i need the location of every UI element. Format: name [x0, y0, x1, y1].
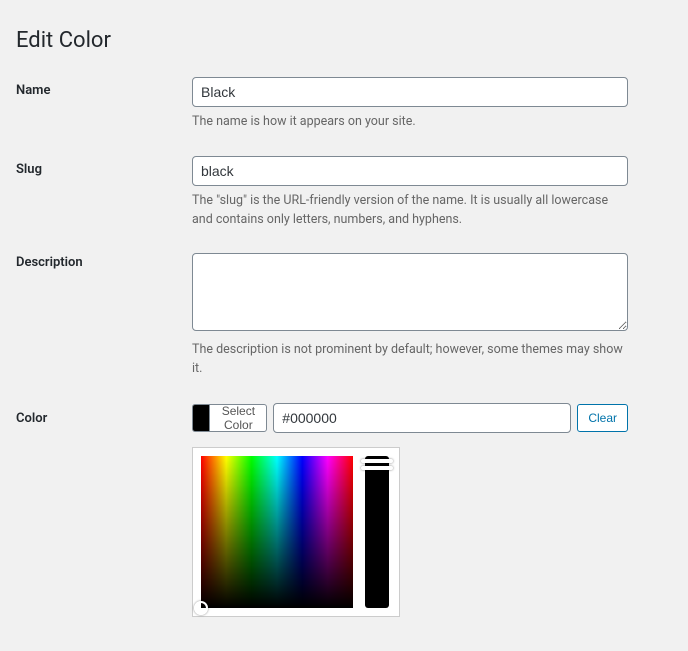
- color-label: Color: [16, 403, 192, 426]
- slug-row: Slug The "slug" is the URL-friendly vers…: [16, 156, 672, 230]
- slug-input[interactable]: [192, 156, 628, 186]
- slider-thumb[interactable]: [361, 466, 393, 470]
- description-row: Description The description is not promi…: [16, 253, 672, 379]
- description-textarea[interactable]: [192, 253, 628, 331]
- name-input[interactable]: [192, 77, 628, 107]
- slug-description: The "slug" is the URL-friendly version o…: [192, 192, 628, 230]
- color-sv-cursor[interactable]: [194, 601, 208, 615]
- color-picker-panel: [192, 447, 400, 617]
- select-color-label: Select Color: [210, 404, 266, 432]
- page-title: Edit Color: [16, 28, 672, 53]
- slug-label: Slug: [16, 156, 192, 177]
- clear-color-button[interactable]: Clear: [577, 404, 628, 432]
- color-value-slider[interactable]: [365, 456, 389, 608]
- color-swatch: [193, 404, 210, 432]
- description-label: Description: [16, 253, 192, 270]
- name-row: Name The name is how it appears on your …: [16, 77, 672, 132]
- name-description: The name is how it appears on your site.: [192, 113, 628, 132]
- color-saturation-area[interactable]: [201, 456, 353, 608]
- select-color-button[interactable]: Select Color: [192, 404, 267, 432]
- description-description: The description is not prominent by defa…: [192, 341, 628, 379]
- slider-thumb[interactable]: [361, 459, 393, 463]
- color-hex-input[interactable]: [273, 403, 571, 433]
- name-label: Name: [16, 77, 192, 98]
- color-row: Color Select Color Clear: [16, 403, 672, 617]
